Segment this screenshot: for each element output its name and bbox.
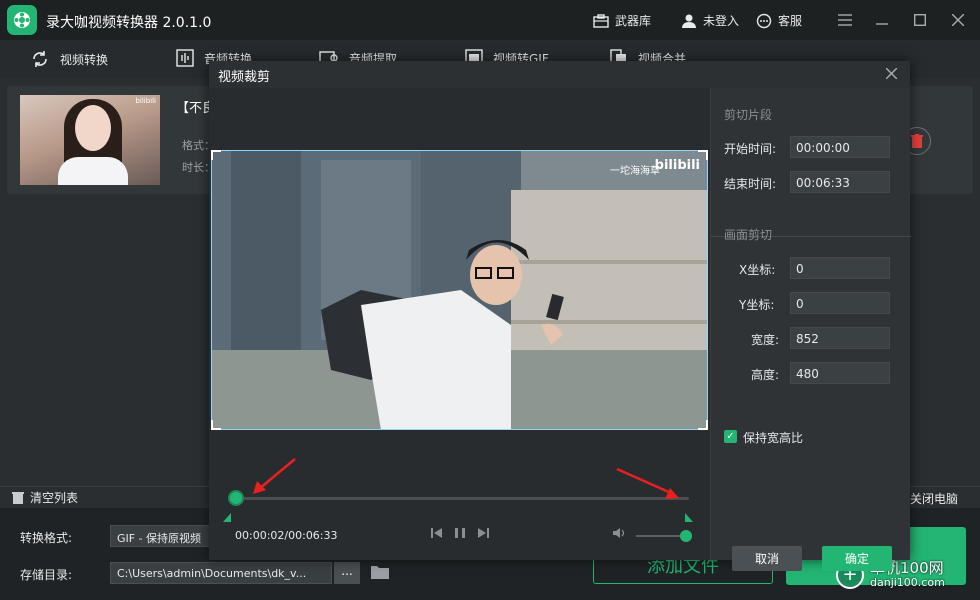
audio-convert-icon: [176, 49, 194, 67]
minimize-icon[interactable]: [872, 10, 892, 30]
watermark-url: danji100.com: [870, 576, 945, 589]
dialog-title: 视频裁剪: [218, 70, 271, 85]
user-icon: [682, 14, 696, 28]
height-input[interactable]: 480: [790, 362, 890, 384]
volume-icon[interactable]: [613, 527, 627, 542]
pause-icon[interactable]: [454, 527, 466, 542]
tool-video-convert[interactable]: 视频转换: [30, 49, 108, 69]
ok-button[interactable]: 确定: [822, 546, 892, 571]
service-link[interactable]: 客服: [756, 12, 802, 29]
y-coord-input[interactable]: 0: [790, 292, 890, 314]
arsenal-link[interactable]: 武器库: [593, 12, 651, 29]
arsenal-label: 武器库: [615, 14, 652, 28]
chat-bubble-icon: [756, 13, 772, 28]
service-label: 客服: [778, 14, 803, 28]
volume-handle[interactable]: [680, 530, 692, 542]
directory-field[interactable]: C:\Users\admin\Documents\dk_v...: [110, 562, 332, 584]
trash-icon: [911, 134, 923, 148]
close-dialog-icon[interactable]: [885, 64, 898, 83]
start-time-input[interactable]: 00:00:00: [790, 136, 890, 158]
volume-slider[interactable]: [636, 530, 692, 542]
clip-section-title: 剪切片段: [724, 108, 773, 122]
directory-label: 存储目录:: [20, 568, 73, 582]
format-select[interactable]: GIF - 保持原视频: [110, 525, 210, 547]
folder-icon[interactable]: [370, 564, 390, 583]
browse-button[interactable]: ...: [334, 562, 360, 584]
video-thumbnail: bilibili: [20, 95, 160, 185]
keep-ratio-label: 保持宽高比: [743, 431, 804, 445]
maximize-icon[interactable]: [910, 10, 930, 30]
video-frame[interactable]: 一坨海海草 bilibili: [211, 150, 708, 430]
clear-list-label: 清空列表: [30, 491, 79, 505]
crop-handle-top-right[interactable]: [698, 150, 708, 160]
dialog-header: 视频裁剪: [209, 61, 910, 88]
x-coord-label: X坐标:: [739, 263, 776, 277]
format-label: 转换格式:: [20, 531, 73, 545]
annotation-arrow-left-icon: [253, 458, 296, 494]
toolbox-icon: [593, 13, 609, 28]
time-readout: 00:00:02/00:06:33: [235, 529, 338, 542]
app-title: 录大咖视频转换器 2.0.1.0: [46, 15, 212, 31]
app-logo-icon: [7, 5, 37, 35]
crop-handle-top-left[interactable]: [211, 150, 221, 160]
trim-end-handle[interactable]: [685, 513, 693, 522]
title-bar: 录大咖视频转换器 2.0.1.0 武器库 未登入 客服: [0, 0, 980, 40]
trash-icon: [12, 492, 24, 504]
width-label: 宽度:: [751, 333, 780, 347]
crop-settings-panel: 剪切片段 开始时间: 00:00:00 结束时间: 00:06:33 画面剪切 …: [710, 88, 911, 571]
thumb-badge: bilibili: [135, 97, 156, 105]
start-time-label: 开始时间:: [724, 142, 777, 156]
tool-label: 视频转换: [60, 52, 109, 67]
video-logo: bilibili: [654, 158, 700, 173]
video-overlay-text: 一坨海海草: [610, 166, 660, 177]
x-coord-input[interactable]: 0: [790, 257, 890, 279]
crop-handle-bottom-left[interactable]: [211, 420, 221, 430]
trim-start-handle[interactable]: [223, 513, 231, 522]
convert-cycle-icon: [33, 51, 47, 67]
clear-list-button[interactable]: 清空列表: [12, 489, 78, 506]
cancel-button[interactable]: 取消: [732, 546, 802, 571]
next-frame-icon[interactable]: [477, 527, 489, 542]
close-window-icon[interactable]: [948, 10, 968, 30]
crop-section-title: 画面剪切: [724, 228, 773, 242]
crop-handle-bottom-right[interactable]: [698, 420, 708, 430]
login-label: 未登入: [703, 14, 740, 28]
height-label: 高度:: [751, 368, 780, 382]
width-input[interactable]: 852: [790, 327, 890, 349]
keep-ratio-checkbox[interactable]: ✓: [724, 430, 737, 443]
annotation-arrow-right-icon: [616, 467, 679, 499]
menu-icon[interactable]: [835, 10, 855, 30]
video-crop-dialog: 视频裁剪 一坨海海草 bilibili 00:00:02/00:06:33 剪切…: [209, 61, 911, 571]
end-time-label: 结束时间:: [724, 177, 777, 191]
login-link[interactable]: 未登入: [681, 12, 739, 29]
shutdown-option[interactable]: 关闭电脑: [910, 490, 958, 507]
y-coord-label: Y坐标:: [739, 298, 775, 312]
end-time-input[interactable]: 00:06:33: [790, 171, 890, 193]
previous-frame-icon[interactable]: [431, 527, 443, 542]
